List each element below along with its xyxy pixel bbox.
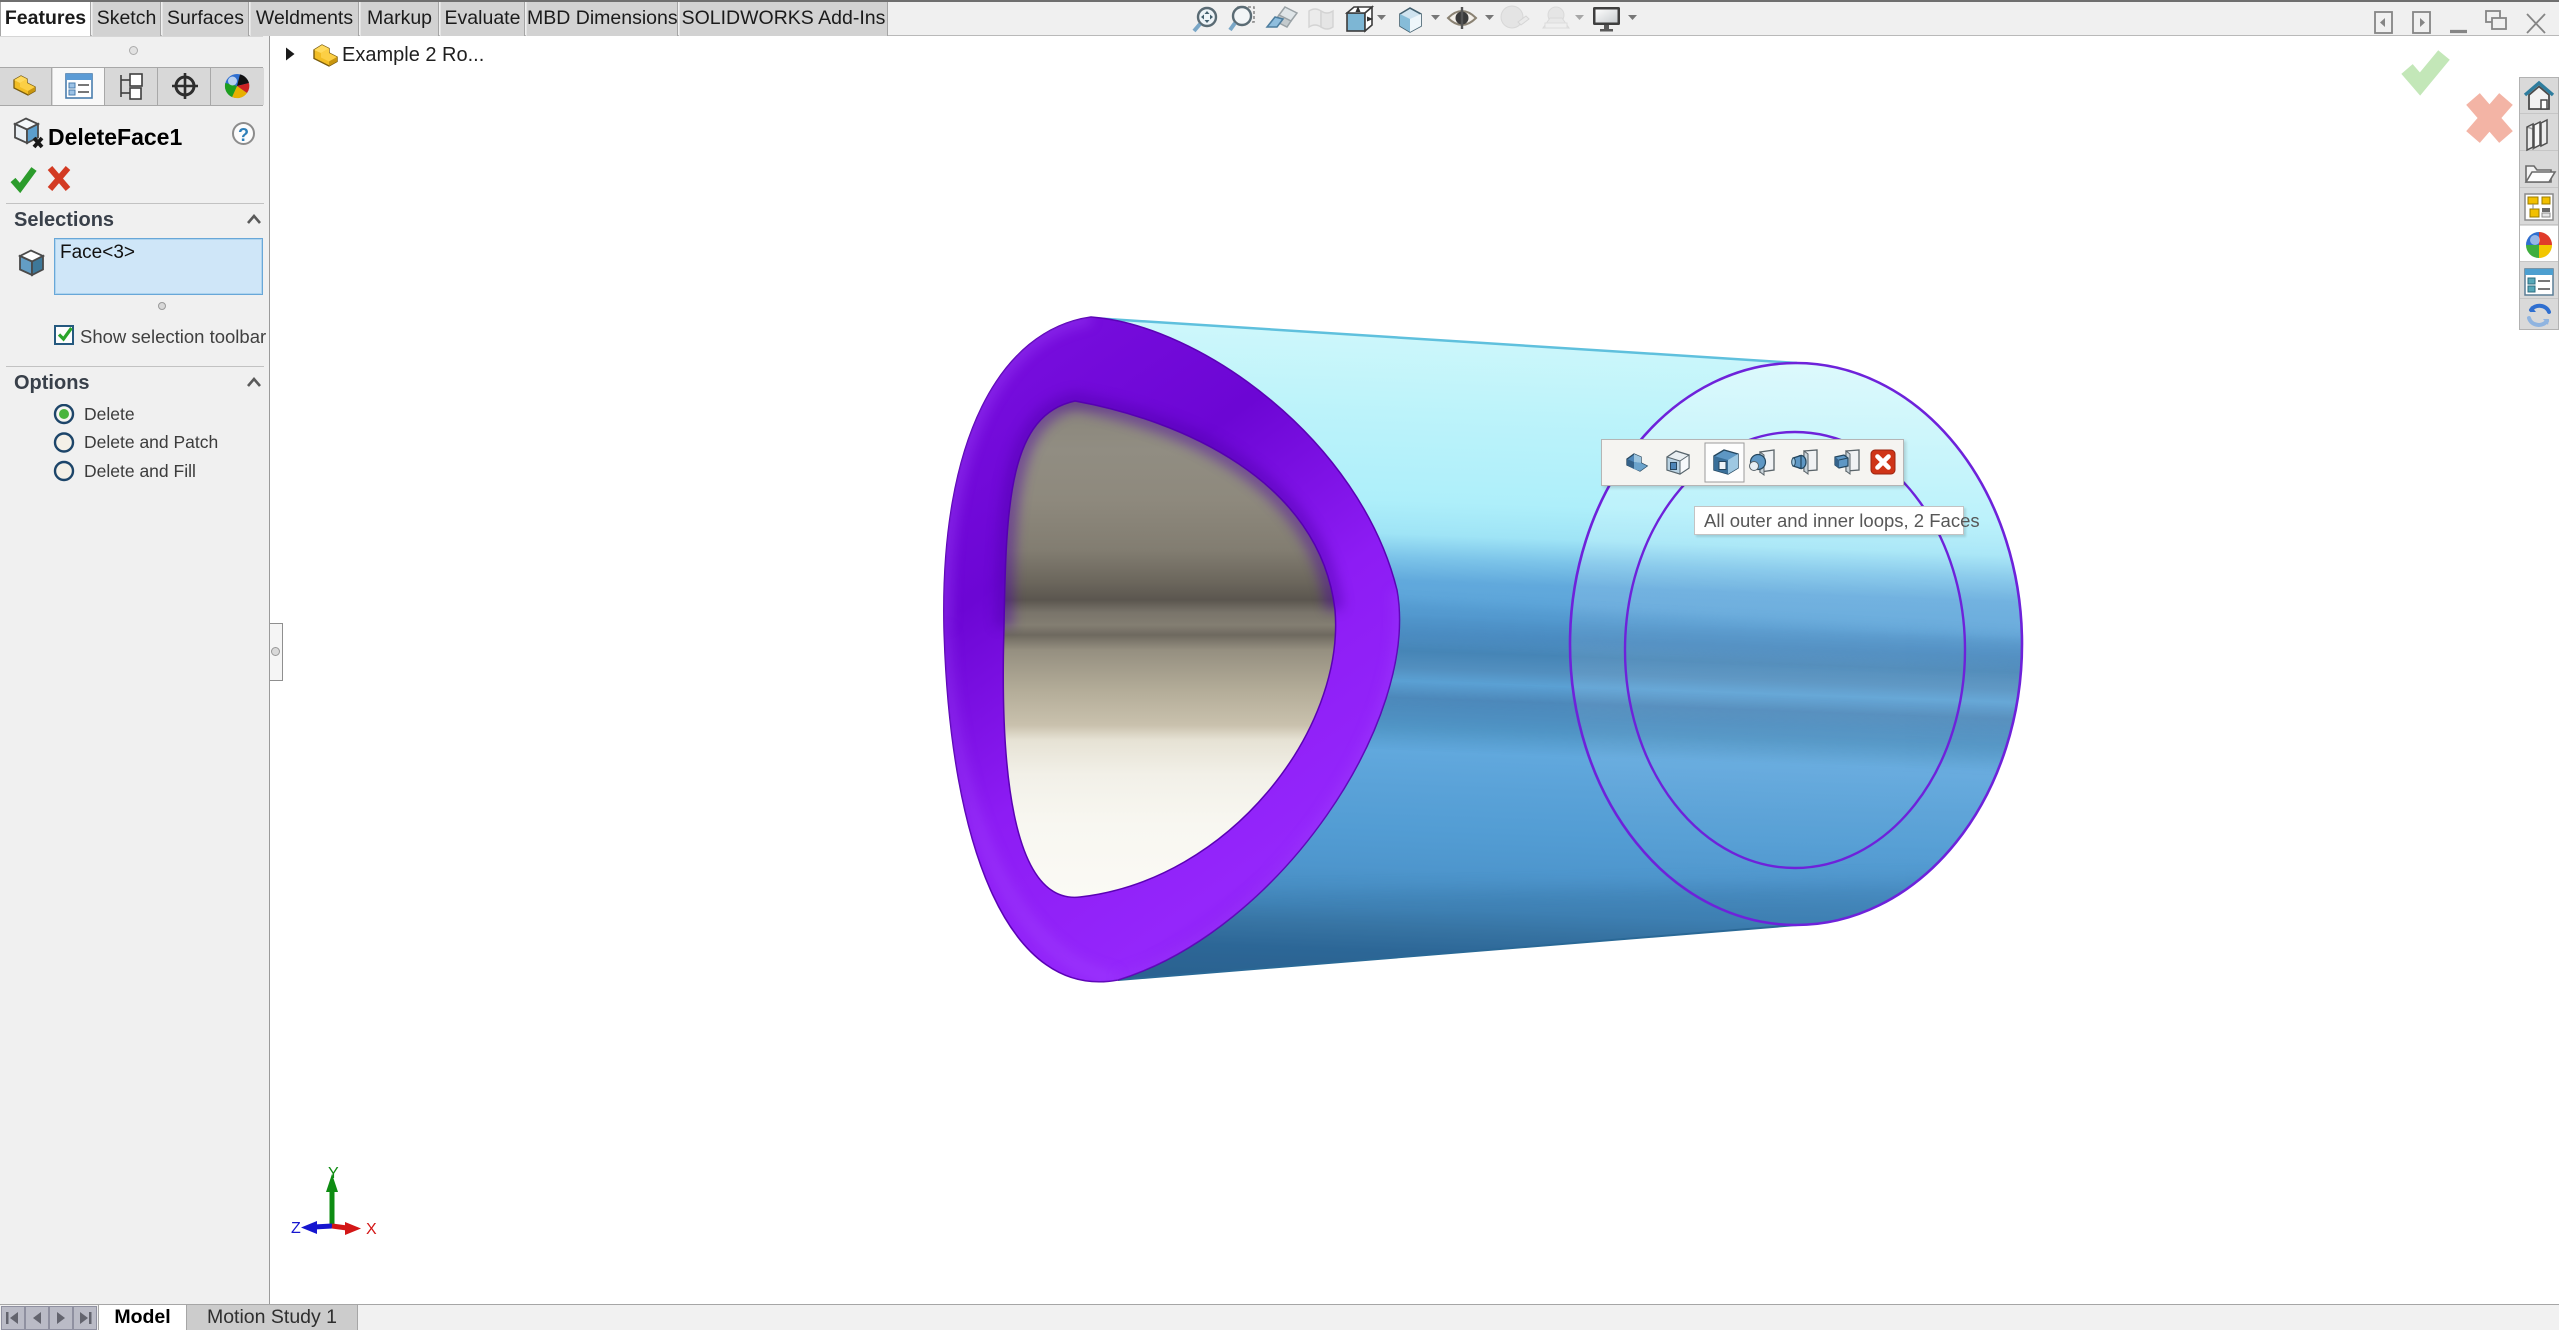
svg-text:Y: Y: [328, 1165, 339, 1182]
svg-text:X: X: [366, 1221, 377, 1238]
svg-text:Z: Z: [291, 1220, 301, 1237]
